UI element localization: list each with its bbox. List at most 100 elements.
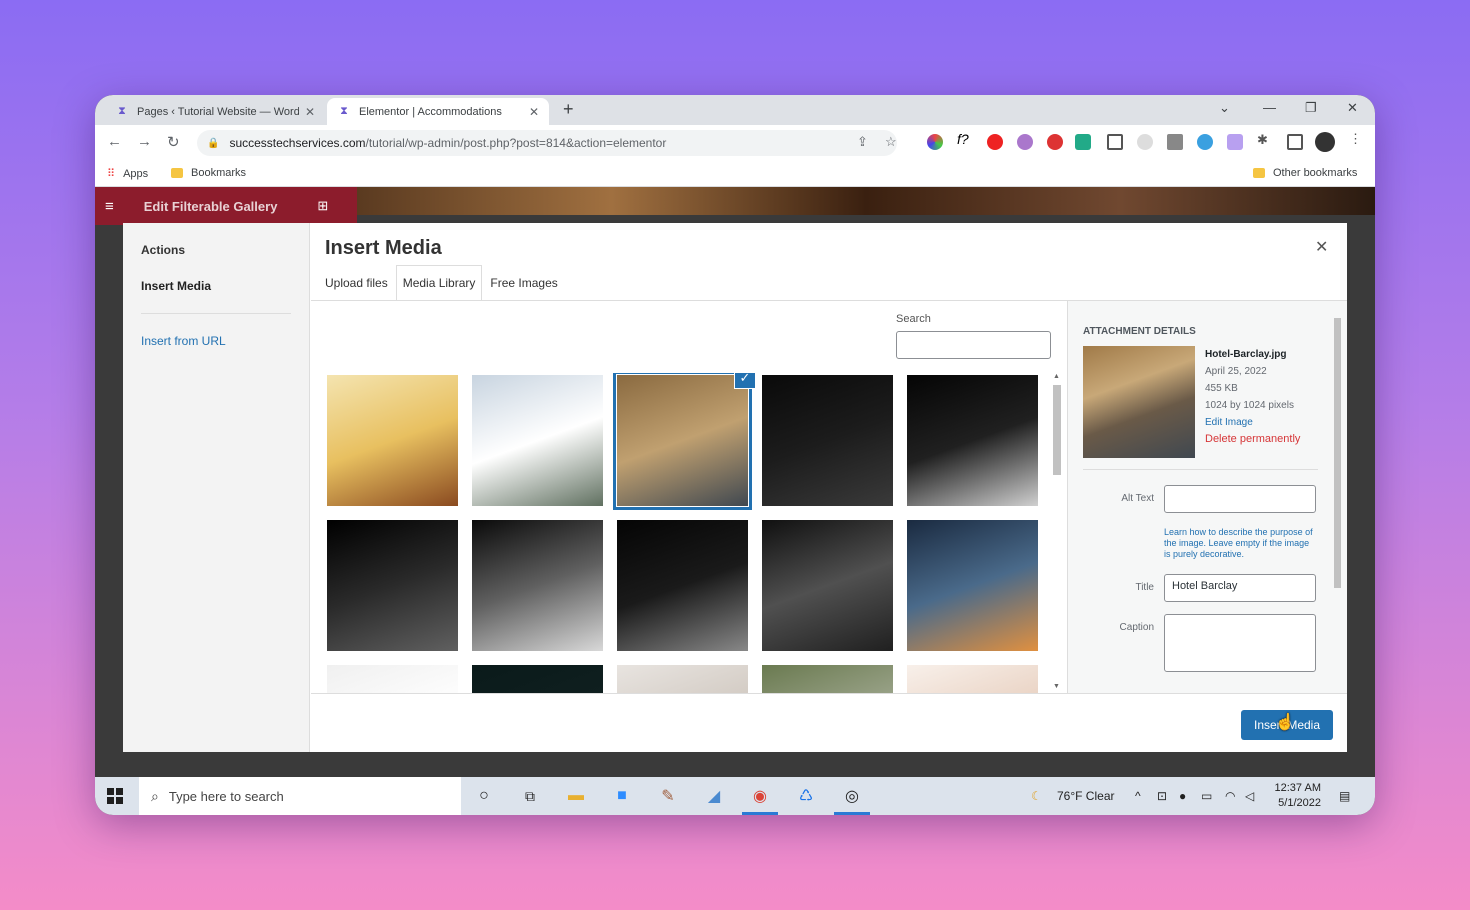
media-thumbnail-bicycle-dark[interactable] (762, 375, 893, 506)
details-scrollbar[interactable] (1334, 306, 1341, 686)
media-thumbnail-trees-partial[interactable] (762, 665, 893, 693)
tab-strip: ⧗ Pages ‹ Tutorial Website — WordPress ✕… (95, 95, 1375, 125)
cortana-icon[interactable]: ○ (473, 785, 495, 807)
notifications-icon[interactable]: ▤ (1339, 789, 1350, 803)
close-window-icon[interactable]: ✕ (1347, 100, 1358, 116)
paint-icon[interactable]: ✎ (657, 785, 679, 807)
wifi-icon[interactable]: ◠ (1225, 789, 1235, 803)
restore-icon[interactable]: ❐ (1305, 100, 1317, 116)
weather-text[interactable]: 76°F Clear (1057, 789, 1115, 803)
extension-gear-icon[interactable] (1017, 134, 1033, 150)
image-dimensions: 1024 by 1024 pixels (1205, 400, 1294, 411)
media-thumbnail-praying-hands[interactable] (617, 520, 748, 651)
media-thumbnail-beige-partial[interactable] (907, 665, 1038, 693)
extension-qr-icon[interactable] (1167, 134, 1183, 150)
extension-s-icon[interactable] (1047, 134, 1063, 150)
recycle-app-icon[interactable]: ♺ (795, 785, 817, 807)
share-icon[interactable]: ⇪ (857, 134, 868, 150)
windows-start-icon[interactable] (107, 788, 123, 804)
back-icon[interactable]: ← (107, 133, 122, 150)
selected-check-icon[interactable]: ✓ (734, 373, 756, 389)
media-thumbnail-white-rose[interactable] (472, 520, 603, 651)
bookmarks-bar: ⠿ Apps Bookmarks Other bookmarks (95, 161, 1375, 187)
widgets-grid-icon[interactable]: ⊞ (317, 198, 328, 214)
media-thumbnail-dark-corridor[interactable] (327, 520, 458, 651)
modal-footer: Insert Media (311, 693, 1347, 752)
task-view-icon[interactable]: ⧉ (519, 785, 541, 807)
grid-scrollbar[interactable]: ▲ ▼ (1053, 373, 1061, 693)
extension-purple-icon[interactable] (1227, 134, 1243, 150)
media-thumbnail-night-sky[interactable] (472, 665, 603, 693)
extensions-puzzle-icon[interactable]: ✱ (1257, 132, 1273, 148)
zoom-icon[interactable]: ■ (611, 785, 633, 807)
search-input[interactable] (896, 331, 1051, 359)
profile-avatar[interactable] (1315, 132, 1335, 152)
extension-formula-icon[interactable]: f? (957, 131, 973, 147)
other-bookmarks[interactable]: Other bookmarks (1253, 167, 1357, 179)
alt-text-field[interactable] (1164, 485, 1316, 513)
scroll-thumb[interactable] (1334, 318, 1341, 588)
sidebar-item-insert-media[interactable]: Insert Media (141, 279, 211, 293)
show-hidden-icons-icon[interactable]: ^ (1135, 789, 1141, 803)
media-thumbnail-smoke-hand[interactable] (907, 375, 1038, 506)
new-tab-button[interactable]: + (563, 99, 574, 120)
extension-beta-icon[interactable] (1075, 134, 1091, 150)
tab-pages[interactable]: ⧗ Pages ‹ Tutorial Website — WordPress ✕ (105, 98, 325, 125)
search-icon: ⌕ (151, 787, 159, 804)
close-tab-icon[interactable]: ✕ (305, 105, 315, 119)
media-thumbnail-yellow-villa[interactable] (327, 375, 458, 506)
battery-icon[interactable]: ▭ (1201, 789, 1212, 803)
tab-search-icon[interactable]: ⌄ (1219, 100, 1230, 116)
extension-colorpicker-icon[interactable] (927, 134, 943, 150)
alt-text-help-link[interactable]: Learn how to describe the purpose of the… (1164, 527, 1314, 560)
bookmark-folder[interactable]: Bookmarks (171, 167, 246, 179)
side-panel-icon[interactable] (1287, 134, 1303, 150)
media-thumbnail-lit-building[interactable] (907, 520, 1038, 651)
extension-drop-icon[interactable] (1197, 134, 1213, 150)
close-tab-icon[interactable]: ✕ (529, 105, 539, 119)
reload-icon[interactable]: ↻ (167, 133, 180, 151)
menu-kebab-icon[interactable]: ⋮ (1349, 131, 1365, 147)
address-bar[interactable]: 🔒 successtechservices.com/tutorial/wp-ad… (197, 130, 897, 156)
edit-image-link[interactable]: Edit Image (1205, 414, 1300, 431)
title-label: Title (1135, 582, 1154, 593)
meet-now-icon[interactable]: ⊡ (1157, 789, 1167, 803)
tab-free-images[interactable]: Free Images (484, 265, 563, 301)
tab-elementor[interactable]: ⧗ Elementor | Accommodations ✕ (327, 98, 549, 125)
active-app-indicator (742, 812, 778, 815)
media-thumbnail-city-aerial[interactable] (762, 520, 893, 651)
obs-icon[interactable]: ◎ (841, 785, 863, 807)
extension-opera-icon[interactable] (987, 134, 1003, 150)
volume-icon[interactable]: ◁ (1245, 789, 1254, 803)
delete-permanently-link[interactable]: Delete permanently (1205, 431, 1300, 448)
caption-field[interactable] (1164, 614, 1316, 672)
media-thumbnail-hotel-barclay[interactable]: ✓ (613, 373, 756, 510)
minimize-icon[interactable]: — (1263, 100, 1276, 115)
chrome-icon[interactable]: ◉ (749, 785, 771, 807)
active-app-indicator (834, 812, 870, 815)
sidebar-divider (141, 313, 291, 314)
scroll-up-icon[interactable]: ▲ (1053, 373, 1060, 380)
app-icon[interactable]: ◢ (703, 785, 725, 807)
close-icon[interactable]: ✕ (1315, 237, 1328, 257)
scroll-down-icon[interactable]: ▼ (1053, 683, 1060, 690)
bookmark-star-icon[interactable]: ☆ (885, 134, 897, 150)
media-thumbnail-light-partial[interactable] (617, 665, 748, 693)
tab-media-library[interactable]: Media Library (395, 265, 483, 301)
bookmark-apps[interactable]: ⠿ Apps (107, 167, 148, 181)
extension-moon-icon[interactable] (1137, 134, 1153, 150)
file-explorer-icon[interactable]: ▬ (565, 785, 587, 807)
title-field[interactable]: Hotel Barclay (1164, 574, 1316, 602)
media-thumbnail-white-house[interactable] (472, 375, 603, 506)
browser-window: ⧗ Pages ‹ Tutorial Website — WordPress ✕… (95, 95, 1375, 815)
tab-upload-files[interactable]: Upload files (319, 265, 394, 301)
sidebar-item-insert-from-url[interactable]: Insert from URL (141, 334, 226, 348)
extension-screenshot-icon[interactable] (1107, 134, 1123, 150)
scroll-thumb[interactable] (1053, 385, 1061, 475)
system-clock[interactable]: 12:37 AM 5/1/2022 (1265, 781, 1321, 811)
hamburger-icon[interactable]: ≡ (105, 198, 114, 215)
taskbar-search[interactable]: ⌕ Type here to search (139, 777, 461, 815)
forward-icon[interactable]: → (137, 133, 152, 150)
microphone-icon[interactable]: ● (1179, 789, 1186, 803)
media-thumbnail-white-partial[interactable] (327, 665, 458, 693)
